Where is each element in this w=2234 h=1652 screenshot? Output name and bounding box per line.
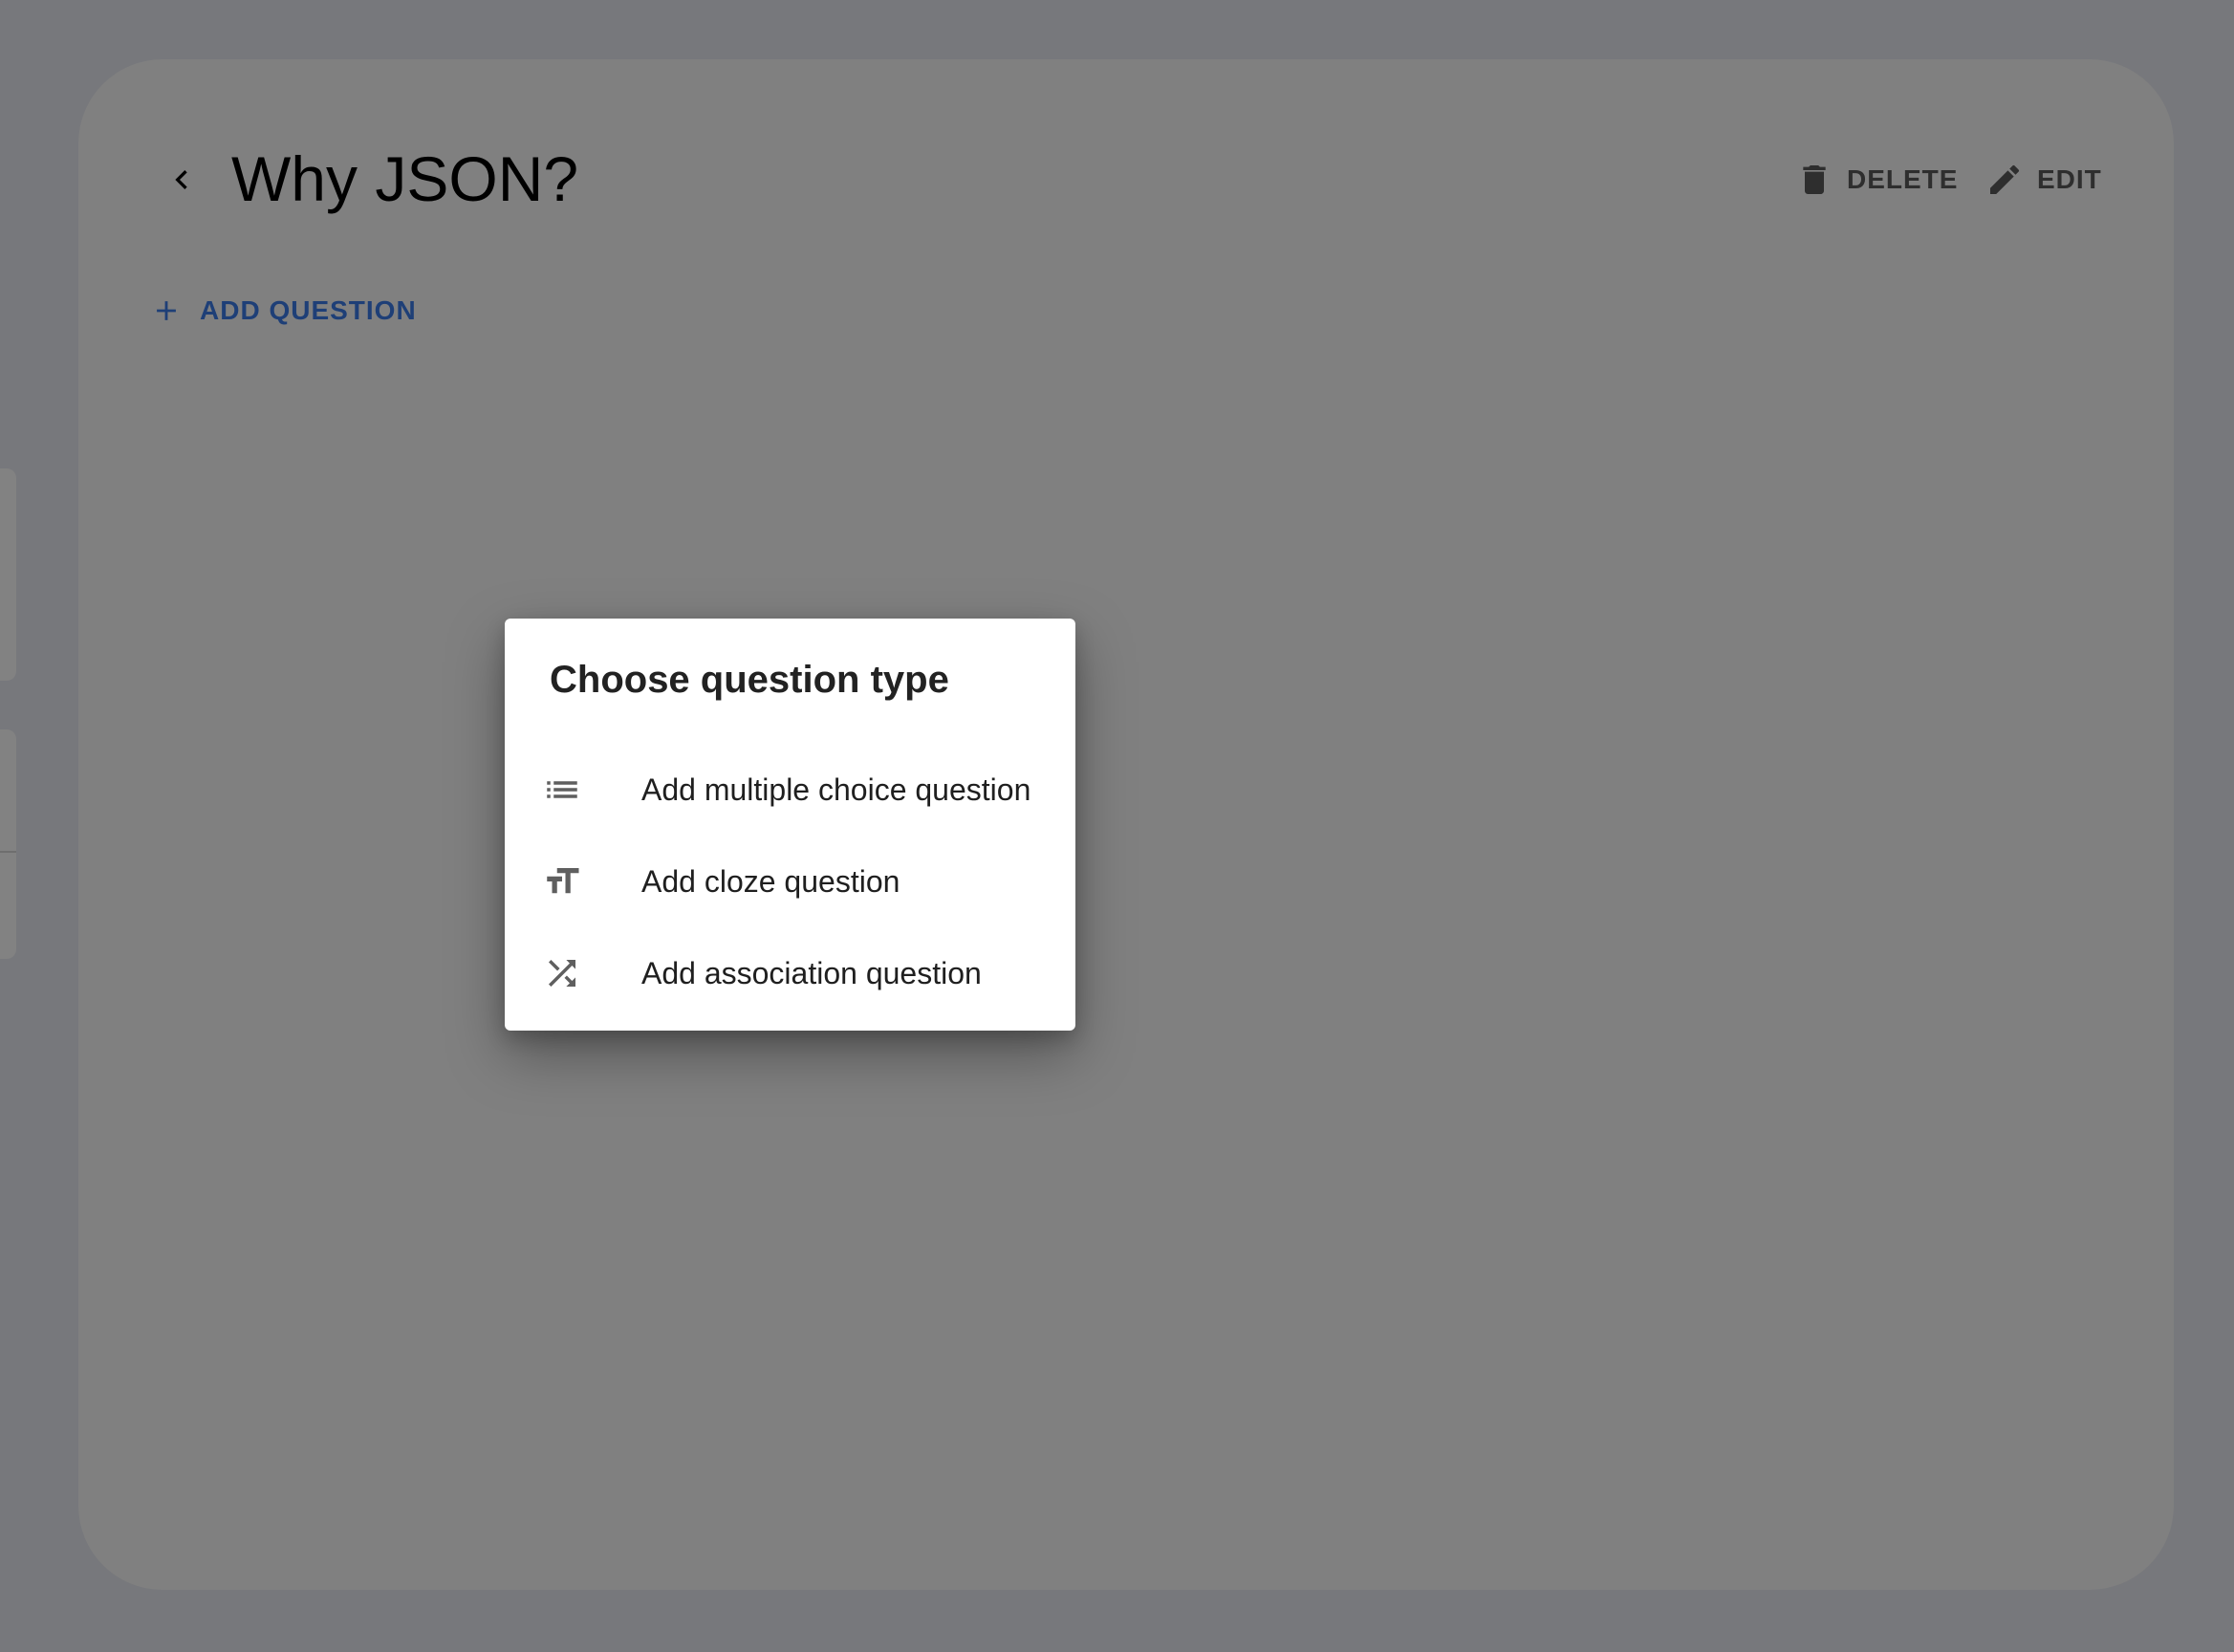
add-question-button[interactable]: ADD QUESTION <box>150 287 417 335</box>
plus-icon <box>157 301 176 320</box>
choose-question-type-dialog: Choose question type Add multiple choice… <box>505 619 1075 1031</box>
trash-icon <box>1803 165 1826 194</box>
edit-button[interactable]: EDIT <box>1985 155 2102 205</box>
page-header: Why JSON? DELETE EDIT <box>78 59 2174 298</box>
back-button[interactable] <box>155 153 208 206</box>
edit-label: EDIT <box>2037 164 2102 194</box>
pencil-icon <box>1990 164 2020 194</box>
text-size-icon <box>533 861 591 902</box>
option-label: Add association question <box>641 955 982 990</box>
dialog-title: Choose question type <box>550 659 949 701</box>
option-label: Add cloze question <box>641 863 900 899</box>
chevron-left-icon <box>175 170 187 189</box>
question-type-list: Add multiple choice question Add cloze q… <box>505 744 1075 1019</box>
option-label: Add multiple choice question <box>641 772 1031 807</box>
background-side-card <box>0 468 16 681</box>
add-question-label: ADD QUESTION <box>200 295 417 325</box>
list-icon <box>533 770 591 810</box>
option-multiple-choice[interactable]: Add multiple choice question <box>505 744 1075 836</box>
delete-label: DELETE <box>1847 164 1959 194</box>
delete-button[interactable]: DELETE <box>1795 155 1958 205</box>
page-title: Why JSON? <box>231 143 579 214</box>
shuffle-icon <box>533 953 591 993</box>
background-side-card <box>0 729 16 959</box>
option-association[interactable]: Add association question <box>505 927 1075 1019</box>
option-cloze[interactable]: Add cloze question <box>505 836 1075 927</box>
main-panel: Why JSON? DELETE EDIT ADD QUESTION <box>78 59 2174 1590</box>
